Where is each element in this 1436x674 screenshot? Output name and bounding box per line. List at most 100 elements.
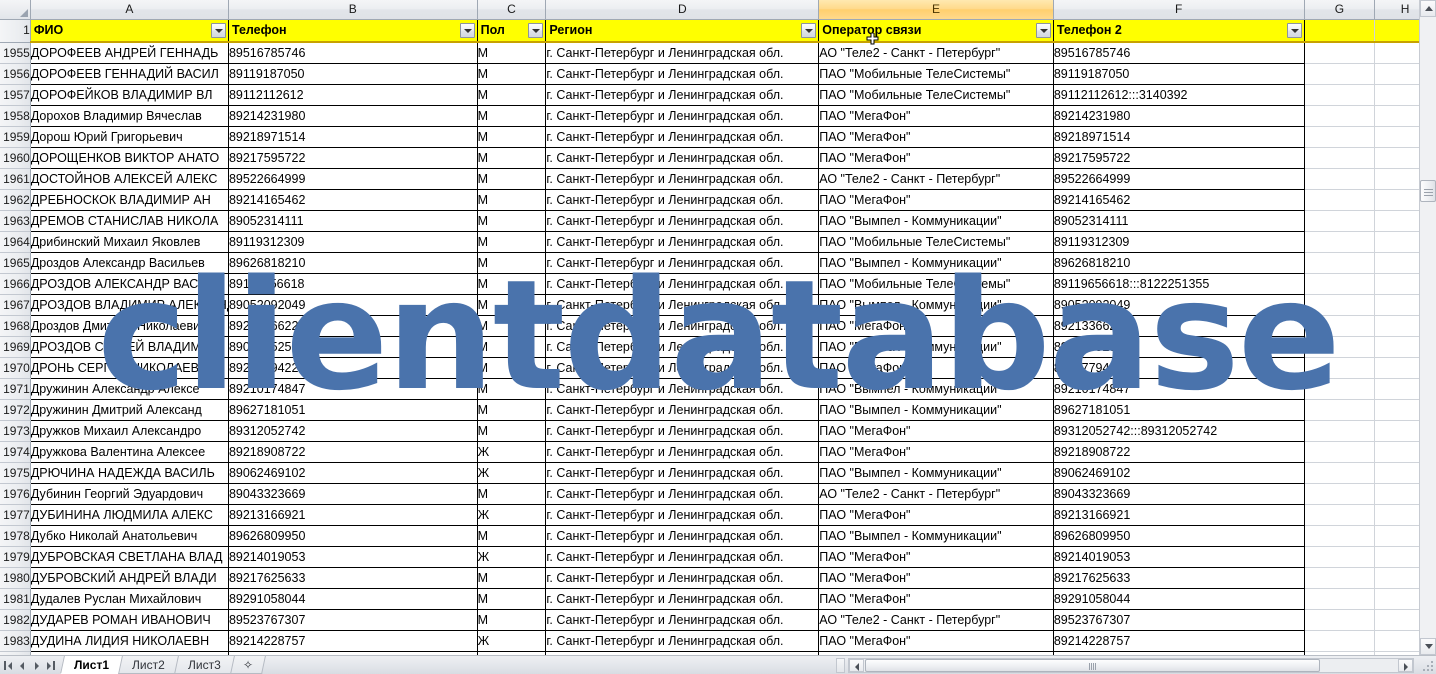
table-row[interactable]: 1983 ДУДИНА ЛИДИЯ НИКОЛАЕВН 89214228757 Жг.… (0, 630, 1436, 652)
table-row[interactable]: 1980 ДУБРОВСКИЙ АНДРЕЙ ВЛАДИ 89217625633 Мг… (0, 567, 1436, 589)
cell-region[interactable]: г. Санкт-Петербург и Ленинградская обл. (545, 126, 820, 148)
cell-region[interactable]: г. Санкт-Петербург и Ленинградская обл. (545, 42, 820, 64)
cell-fio[interactable]: Дубко Николай Анатольевич (30, 525, 229, 547)
cell-phone2[interactable]: 89217794220 (1053, 357, 1305, 379)
cell-empty-g[interactable] (1304, 42, 1376, 64)
table-row[interactable]: 1963 ДРЕМОВ СТАНИСЛАВ НИКОЛА 89052314111 Мг… (0, 210, 1436, 232)
table-row[interactable]: 1958 Дорохов Владимир Вячеслав 89214231980… (0, 105, 1436, 127)
header-cell-phone[interactable]: Телефон (228, 19, 478, 43)
sheet-tab-1[interactable]: Лист1 (60, 656, 125, 674)
row-header-1[interactable]: 1 (0, 19, 31, 43)
table-row[interactable]: 1976 Дубинин Георгий Эдуардович 8904332366… (0, 483, 1436, 505)
table-row[interactable]: 1959 Дорош Юрий Григорьевич 89218971514 Мг.… (0, 126, 1436, 148)
cell-phone[interactable]: 89217794220 (228, 357, 478, 379)
row-header-1963[interactable]: 1963 (0, 210, 31, 232)
cell-operator[interactable]: ПАО "Мобильные ТелеСистемы" (818, 84, 1054, 106)
row-header-1972[interactable]: 1972 (0, 399, 31, 421)
cell-empty-g[interactable] (1304, 294, 1376, 316)
cell-phone2[interactable]: 89052314111 (1053, 210, 1305, 232)
scroll-up-button[interactable] (1420, 0, 1436, 17)
cell-gender[interactable]: М (477, 126, 547, 148)
cell-phone[interactable]: 89052314111 (228, 210, 478, 232)
cell-operator[interactable]: ПАО "МегаФон" (818, 420, 1054, 442)
cell-empty-g[interactable] (1304, 420, 1376, 442)
cell-empty-g[interactable] (1304, 546, 1376, 568)
table-row[interactable]: 1962 ДРЕБНОСКОК ВЛАДИМИР АН 89214165462 Мг.… (0, 189, 1436, 211)
cell-empty-g[interactable] (1304, 126, 1376, 148)
row-header-1973[interactable]: 1973 (0, 420, 31, 442)
cell-phone2[interactable]: 89217625633 (1053, 567, 1305, 589)
cell-gender[interactable]: М (477, 525, 547, 547)
cell-gender[interactable]: М (477, 189, 547, 211)
cell-phone[interactable]: 89516785746 (228, 42, 478, 64)
cell-empty-g[interactable] (1304, 189, 1376, 211)
cell-region[interactable]: г. Санкт-Петербург и Ленинградская обл. (545, 357, 820, 379)
cell-operator[interactable]: АО "Теле2 - Санкт - Петербург" (818, 168, 1054, 190)
row-header-1960[interactable]: 1960 (0, 147, 31, 169)
sheet-nav-buttons[interactable] (2, 658, 58, 673)
cell-region[interactable]: г. Санкт-Петербург и Ленинградская обл. (545, 378, 820, 400)
cell-empty-g[interactable] (1304, 399, 1376, 421)
table-row[interactable]: 1956 ДОРОФЕЕВ ГЕННАДИЙ ВАСИЛ 89119187050 Мг… (0, 63, 1436, 85)
cell-phone2[interactable]: 89626818210 (1053, 252, 1305, 274)
row-header-1969[interactable]: 1969 (0, 336, 31, 358)
cell-region[interactable]: г. Санкт-Петербург и Ленинградская обл. (545, 609, 820, 631)
cell-empty-g[interactable] (1304, 504, 1376, 526)
cell-operator[interactable]: ПАО "МегаФон" (818, 441, 1054, 463)
cell-phone[interactable]: 89214019053 (228, 546, 478, 568)
row-header-1978[interactable]: 1978 (0, 525, 31, 547)
cell-phone[interactable]: 89214231980 (228, 105, 478, 127)
row-header-1971[interactable]: 1971 (0, 378, 31, 400)
cell-region[interactable]: г. Санкт-Петербург и Ленинградская обл. (545, 525, 820, 547)
cell-region[interactable]: г. Санкт-Петербург и Ленинградская обл. (545, 567, 820, 589)
cell-operator[interactable]: ПАО "МегаФон" (818, 357, 1054, 379)
cell-gender[interactable]: М (477, 273, 547, 295)
cell-gender[interactable]: М (477, 609, 547, 631)
cell-operator[interactable]: ПАО "МегаФон" (818, 126, 1054, 148)
cell-phone2[interactable]: 89213166921 (1053, 504, 1305, 526)
cell-phone2[interactable]: 89218971514 (1053, 126, 1305, 148)
row-header-1970[interactable]: 1970 (0, 357, 31, 379)
cell-empty-g[interactable] (1304, 252, 1376, 274)
cell-fio[interactable]: Дубинин Георгий Эдуардович (30, 483, 229, 505)
row-header-1956[interactable]: 1956 (0, 63, 31, 85)
spreadsheet-grid[interactable]: A B C D E F G H 1 ФИО Телефон Пол Регион… (0, 0, 1436, 655)
cell-region[interactable]: г. Санкт-Петербург и Ленинградская обл. (545, 252, 820, 274)
table-row[interactable]: 1982 ДУДАРЕВ РОМАН ИВАНОВИЧ 89523767307 Мг.… (0, 609, 1436, 631)
cell-operator[interactable]: ПАО "МегаФон" (818, 147, 1054, 169)
sheet-tab-3[interactable]: Лист3 (173, 656, 237, 674)
cell-phone[interactable]: 89052092049 (228, 294, 478, 316)
table-row[interactable]: 1957 ДОРОФЕЙКОВ ВЛАДИМИР ВЛ 89112112612 Мг.… (0, 84, 1436, 106)
cell-phone2[interactable]: 89119656618:::8122251355 (1053, 273, 1305, 295)
header-cell-region[interactable]: Регион (545, 19, 820, 43)
cell-fio[interactable]: Дорохов Владимир Вячеслав (30, 105, 229, 127)
window-resize-grip[interactable] (1422, 660, 1435, 673)
cell-gender[interactable]: М (477, 168, 547, 190)
cell-operator[interactable]: ПАО "Мобильные ТелеСистемы" (818, 273, 1054, 295)
cell-fio[interactable]: Дружкова Валентина Алексее (30, 441, 229, 463)
cell-operator[interactable]: АО "Теле2 - Санкт - Петербург" (818, 483, 1054, 505)
filter-dropdown-icon-b[interactable] (459, 23, 475, 38)
table-row[interactable]: 1981 Дудалев Руслан Михайлович 89291058044… (0, 588, 1436, 610)
cell-operator[interactable]: ПАО "Мобильные ТелеСистемы" (818, 231, 1054, 253)
cell-gender[interactable]: М (477, 357, 547, 379)
cell-operator[interactable]: ПАО "МегаФон" (818, 630, 1054, 652)
cell-phone2[interactable]: 89119187050 (1053, 63, 1305, 85)
table-row[interactable]: 1977 ДУБИНИНА ЛЮДМИЛА АЛЕКС 89213166921 Жг.… (0, 504, 1436, 526)
horizontal-scrollbar[interactable] (848, 658, 1414, 673)
row-header-1979[interactable]: 1979 (0, 546, 31, 568)
table-row[interactable]: 1955 ДОРОФЕЕВ АНДРЕЙ ГЕННАДЬ 89516785746 Мг… (0, 42, 1436, 64)
cell-gender[interactable]: М (477, 294, 547, 316)
cell-region[interactable]: г. Санкт-Петербург и Ленинградская обл. (545, 483, 820, 505)
cell-phone[interactable]: 89052552550 (228, 336, 478, 358)
cell-empty-g[interactable] (1304, 105, 1376, 127)
cell-phone[interactable]: 89312052742 (228, 420, 478, 442)
cell-phone[interactable]: 89112112612 (228, 84, 478, 106)
select-all-corner[interactable] (0, 0, 31, 20)
cell-phone[interactable]: 89291058044 (228, 588, 478, 610)
horizontal-split-handle[interactable] (836, 658, 845, 673)
header-cell-gender[interactable]: Пол (477, 19, 547, 43)
cell-empty-g[interactable] (1304, 630, 1376, 652)
cell-operator[interactable]: ПАО "Вымпел - Коммуникации" (818, 399, 1054, 421)
cell-phone2[interactable]: 89522664999 (1053, 168, 1305, 190)
